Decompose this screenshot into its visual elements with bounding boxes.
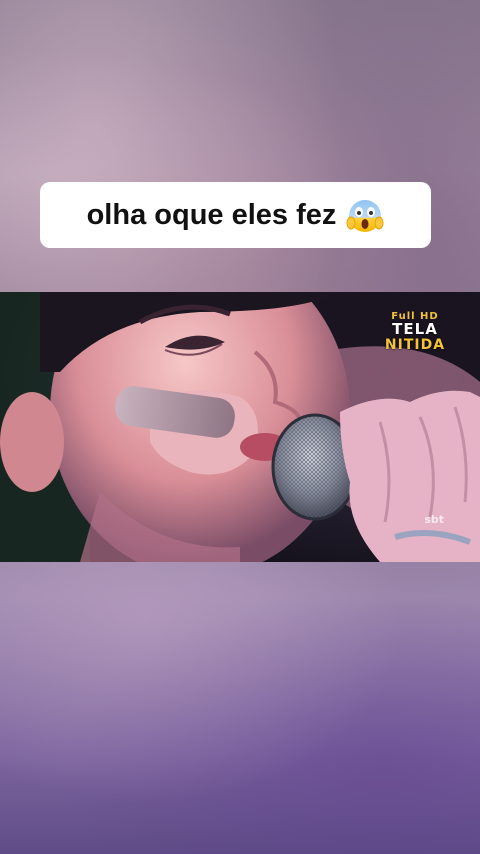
channel-logo: sbt xyxy=(424,513,444,526)
watermark-line1: TELA xyxy=(392,320,438,338)
reel-screen[interactable]: olha oque eles fez Full HD TELA NITIDA s… xyxy=(0,0,480,854)
blurred-background-top xyxy=(0,0,480,292)
caption-text: olha oque eles fez xyxy=(86,198,337,231)
caption-box: olha oque eles fez xyxy=(40,182,431,248)
blurred-background-bottom xyxy=(0,562,480,854)
watermark-line2: NITIDA xyxy=(384,337,446,353)
face-screaming-in-fear-icon xyxy=(346,196,384,234)
channel-watermark: Full HD TELA NITIDA xyxy=(372,312,458,353)
